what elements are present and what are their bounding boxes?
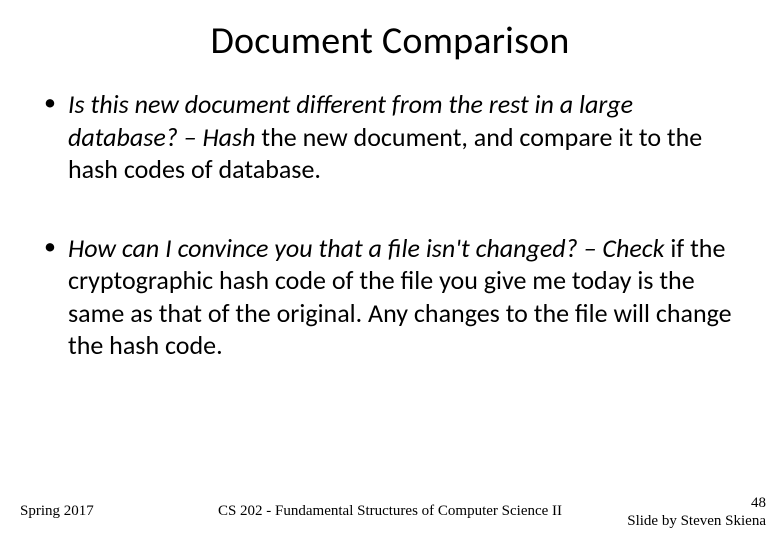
bullet-answer-lead: – Check (578, 232, 665, 264)
slide-title: Document Comparison (38, 18, 742, 64)
slide-number: 48 (627, 494, 766, 512)
bullet-question: How can I convince you that a file isn't… (68, 232, 578, 264)
footer-credit: Slide by Steven Skiena (627, 512, 766, 530)
bullet-answer-lead: – Hash (178, 121, 256, 153)
bullet-list: Is this new document different from the … (38, 88, 742, 362)
footer-course: CS 202 - Fundamental Structures of Compu… (218, 503, 562, 520)
slide: Document Comparison Is this new document… (0, 0, 780, 540)
footer-term: Spring 2017 (20, 503, 94, 520)
bullet-item: How can I convince you that a file isn't… (38, 232, 742, 362)
footer: Spring 2017 CS 202 - Fundamental Structu… (0, 490, 780, 530)
bullet-item: Is this new document different from the … (38, 88, 742, 186)
